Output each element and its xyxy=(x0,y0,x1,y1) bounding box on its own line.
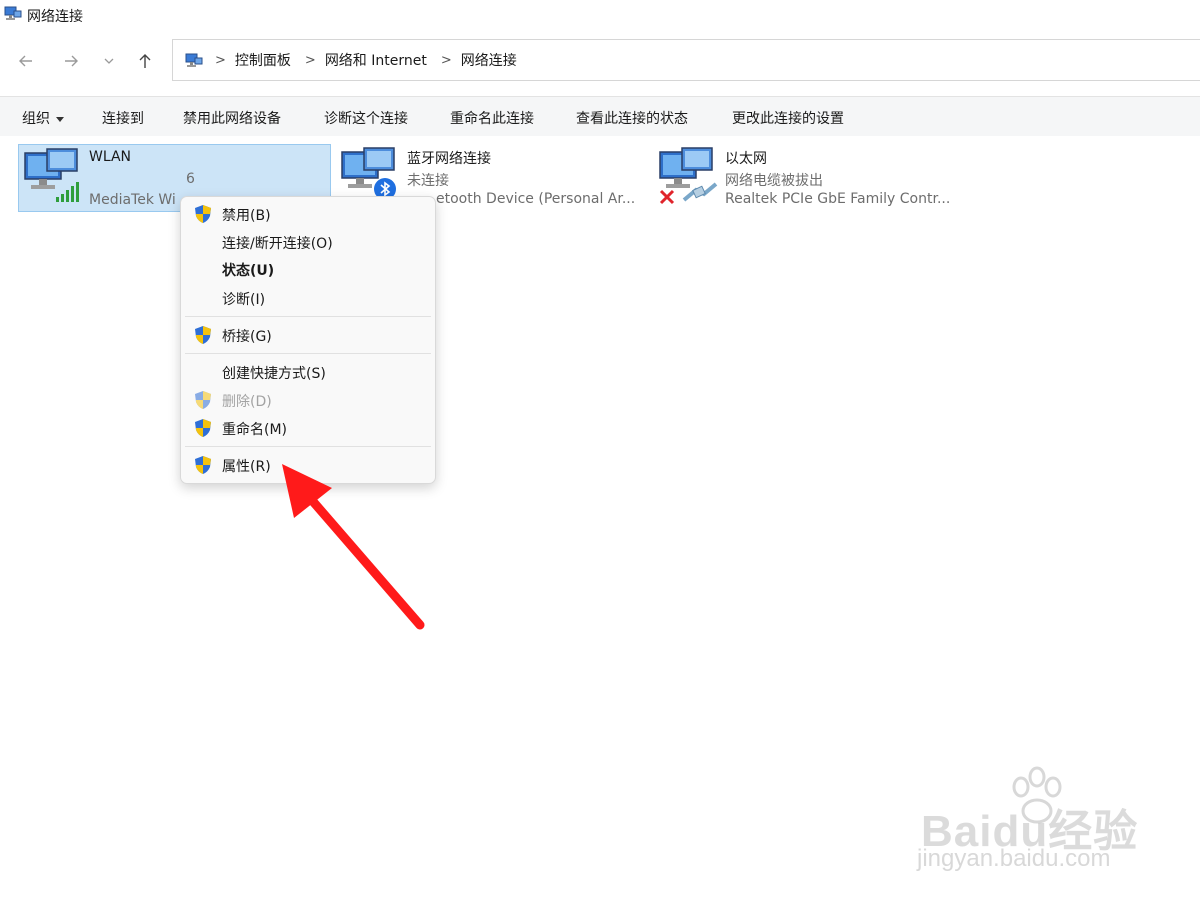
disable-device-button[interactable]: 禁用此网络设备 xyxy=(183,108,281,128)
caret-down-icon xyxy=(56,116,64,122)
menu-item-delete: 删除(D) xyxy=(181,387,435,413)
navigation-bar: > 控制面板 > 网络和 Internet > 网络连接 xyxy=(0,30,1200,92)
arrow-up-icon xyxy=(139,54,151,68)
watermark: Baidu经验 jingyan.baidu.com xyxy=(915,765,1155,885)
uac-shield-icon xyxy=(195,391,211,409)
breadcrumb-item-control-panel[interactable]: 控制面板 xyxy=(235,50,291,70)
network-connections-icon xyxy=(4,6,22,20)
up-button[interactable] xyxy=(133,49,157,73)
connection-device: etooth Device (Personal Ar... xyxy=(436,191,636,207)
change-settings-button[interactable]: 更改此连接的设置 xyxy=(732,108,844,128)
breadcrumb-separator-icon[interactable]: > xyxy=(305,53,316,68)
menu-item-connect-disconnect[interactable]: 连接/断开连接(O) xyxy=(181,229,435,255)
menu-item-create-shortcut[interactable]: 创建快捷方式(S) xyxy=(181,359,435,385)
menu-item-label: 禁用(B) xyxy=(222,208,271,224)
menu-item-label: 诊断(I) xyxy=(222,292,266,308)
arrow-right-icon xyxy=(65,55,78,67)
network-connections-icon xyxy=(185,53,203,67)
connection-name: 蓝牙网络连接 xyxy=(407,151,491,167)
menu-item-label: 创建快捷方式(S) xyxy=(222,366,326,382)
menu-item-label: 属性(R) xyxy=(222,459,271,475)
menu-item-label: 桥接(G) xyxy=(222,329,272,345)
breadcrumb-separator-icon[interactable]: > xyxy=(441,53,452,68)
connection-item-ethernet[interactable]: 以太网 网络电缆被拔出 Realtek PCIe GbE Family Cont… xyxy=(654,144,974,212)
breadcrumb-separator-icon[interactable]: > xyxy=(215,53,226,68)
breadcrumb: > 控制面板 > 网络和 Internet > 网络连接 xyxy=(211,40,527,80)
arrow-left-icon xyxy=(19,55,32,67)
breadcrumb-item-network-internet[interactable]: 网络和 Internet xyxy=(325,50,427,70)
connection-status: 6 xyxy=(186,171,195,187)
menu-item-rename[interactable]: 重命名(M) xyxy=(181,415,435,441)
uac-shield-icon xyxy=(195,419,211,437)
rename-button[interactable]: 重命名此连接 xyxy=(450,108,534,128)
connection-status: 未连接 xyxy=(407,173,449,189)
connect-to-button[interactable]: 连接到 xyxy=(102,108,144,128)
watermark-url: jingyan.baidu.com xyxy=(917,845,1111,872)
menu-separator xyxy=(185,316,431,317)
annotation-arrow-icon xyxy=(282,464,425,630)
menu-item-label: 连接/断开连接(O) xyxy=(222,236,333,252)
organize-label: 组织 xyxy=(22,111,50,127)
diagnose-button[interactable]: 诊断这个连接 xyxy=(324,108,408,128)
ethernet-cable-icon xyxy=(682,182,718,202)
menu-item-label: 重命名(M) xyxy=(222,422,288,438)
chevron-down-icon xyxy=(104,58,114,64)
recent-locations-button[interactable] xyxy=(97,49,121,73)
command-bar: 组织 连接到 禁用此网络设备 诊断这个连接 重命名此连接 查看此连接的状态 更改… xyxy=(0,96,1200,136)
title-bar: 网络连接 xyxy=(0,0,1200,30)
uac-shield-icon xyxy=(195,326,211,344)
menu-item-disable[interactable]: 禁用(B) xyxy=(181,201,435,227)
connection-device: MediaTek Wi xyxy=(89,192,176,208)
menu-item-status[interactable]: 状态(U) xyxy=(181,256,435,282)
forward-button[interactable] xyxy=(59,49,83,73)
connection-name: WLAN xyxy=(89,149,132,165)
breadcrumb-item-network-connections[interactable]: 网络连接 xyxy=(461,50,517,70)
menu-item-bridge[interactable]: 桥接(G) xyxy=(181,322,435,348)
view-status-button[interactable]: 查看此连接的状态 xyxy=(576,108,688,128)
address-bar[interactable]: > 控制面板 > 网络和 Internet > 网络连接 xyxy=(172,39,1200,81)
menu-item-label: 删除(D) xyxy=(222,394,272,410)
context-menu: 禁用(B) 连接/断开连接(O) 状态(U) 诊断(I) 桥接(G) 创建快捷方… xyxy=(180,196,436,484)
menu-item-diagnose[interactable]: 诊断(I) xyxy=(181,285,435,311)
back-button[interactable] xyxy=(14,49,38,73)
uac-shield-icon xyxy=(195,205,211,223)
menu-separator xyxy=(185,353,431,354)
menu-separator xyxy=(185,446,431,447)
connection-device: Realtek PCIe GbE Family Contr... xyxy=(725,191,951,207)
wifi-signal-icon xyxy=(56,182,79,202)
connection-status: 网络电缆被拔出 xyxy=(725,173,823,189)
organize-button[interactable]: 组织 xyxy=(22,108,64,128)
connection-name: 以太网 xyxy=(725,151,767,167)
menu-item-label: 状态(U) xyxy=(222,263,275,279)
window-title: 网络连接 xyxy=(27,9,83,25)
disconnected-x-icon xyxy=(659,189,675,205)
uac-shield-icon xyxy=(195,456,211,474)
